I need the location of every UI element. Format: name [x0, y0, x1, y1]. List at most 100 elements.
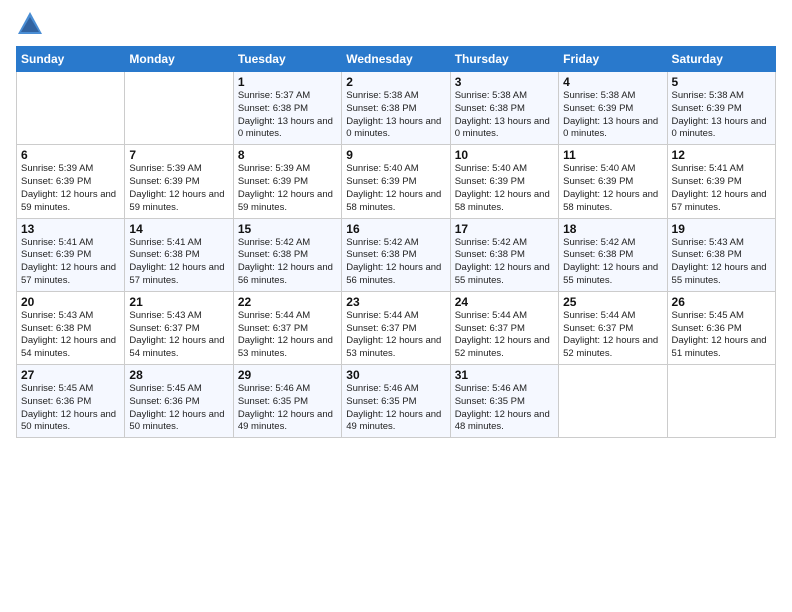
calendar-cell: 2Sunrise: 5:38 AM Sunset: 6:38 PM Daylig…: [342, 72, 450, 145]
day-info: Sunrise: 5:45 AM Sunset: 6:36 PM Dayligh…: [672, 310, 771, 361]
day-number: 16: [346, 222, 445, 236]
day-info: Sunrise: 5:44 AM Sunset: 6:37 PM Dayligh…: [563, 310, 662, 361]
weekday-header: Tuesday: [233, 47, 341, 72]
calendar-cell: 6Sunrise: 5:39 AM Sunset: 6:39 PM Daylig…: [17, 145, 125, 218]
day-number: 28: [129, 368, 228, 382]
calendar-week-row: 13Sunrise: 5:41 AM Sunset: 6:39 PM Dayli…: [17, 218, 776, 291]
day-info: Sunrise: 5:41 AM Sunset: 6:39 PM Dayligh…: [21, 237, 120, 288]
calendar-cell: 14Sunrise: 5:41 AM Sunset: 6:38 PM Dayli…: [125, 218, 233, 291]
calendar-cell: 29Sunrise: 5:46 AM Sunset: 6:35 PM Dayli…: [233, 365, 341, 438]
day-info: Sunrise: 5:44 AM Sunset: 6:37 PM Dayligh…: [455, 310, 554, 361]
day-info: Sunrise: 5:38 AM Sunset: 6:38 PM Dayligh…: [455, 90, 554, 141]
day-number: 25: [563, 295, 662, 309]
day-info: Sunrise: 5:39 AM Sunset: 6:39 PM Dayligh…: [129, 163, 228, 214]
day-number: 9: [346, 148, 445, 162]
day-info: Sunrise: 5:40 AM Sunset: 6:39 PM Dayligh…: [455, 163, 554, 214]
day-number: 6: [21, 148, 120, 162]
day-info: Sunrise: 5:43 AM Sunset: 6:37 PM Dayligh…: [129, 310, 228, 361]
day-number: 11: [563, 148, 662, 162]
day-info: Sunrise: 5:42 AM Sunset: 6:38 PM Dayligh…: [455, 237, 554, 288]
day-info: Sunrise: 5:42 AM Sunset: 6:38 PM Dayligh…: [238, 237, 337, 288]
calendar-cell: 9Sunrise: 5:40 AM Sunset: 6:39 PM Daylig…: [342, 145, 450, 218]
calendar-cell: 3Sunrise: 5:38 AM Sunset: 6:38 PM Daylig…: [450, 72, 558, 145]
day-number: 8: [238, 148, 337, 162]
calendar-cell: 10Sunrise: 5:40 AM Sunset: 6:39 PM Dayli…: [450, 145, 558, 218]
day-number: 5: [672, 75, 771, 89]
calendar-cell: 28Sunrise: 5:45 AM Sunset: 6:36 PM Dayli…: [125, 365, 233, 438]
day-info: Sunrise: 5:44 AM Sunset: 6:37 PM Dayligh…: [238, 310, 337, 361]
calendar-week-row: 27Sunrise: 5:45 AM Sunset: 6:36 PM Dayli…: [17, 365, 776, 438]
day-number: 18: [563, 222, 662, 236]
day-info: Sunrise: 5:42 AM Sunset: 6:38 PM Dayligh…: [346, 237, 445, 288]
day-info: Sunrise: 5:39 AM Sunset: 6:39 PM Dayligh…: [21, 163, 120, 214]
day-number: 27: [21, 368, 120, 382]
day-info: Sunrise: 5:38 AM Sunset: 6:39 PM Dayligh…: [672, 90, 771, 141]
calendar-cell: 4Sunrise: 5:38 AM Sunset: 6:39 PM Daylig…: [559, 72, 667, 145]
day-info: Sunrise: 5:45 AM Sunset: 6:36 PM Dayligh…: [129, 383, 228, 434]
day-number: 31: [455, 368, 554, 382]
calendar-cell: 8Sunrise: 5:39 AM Sunset: 6:39 PM Daylig…: [233, 145, 341, 218]
page: SundayMondayTuesdayWednesdayThursdayFrid…: [0, 0, 792, 612]
day-number: 13: [21, 222, 120, 236]
calendar-header-row: SundayMondayTuesdayWednesdayThursdayFrid…: [17, 47, 776, 72]
day-number: 20: [21, 295, 120, 309]
day-info: Sunrise: 5:46 AM Sunset: 6:35 PM Dayligh…: [238, 383, 337, 434]
day-number: 19: [672, 222, 771, 236]
day-info: Sunrise: 5:38 AM Sunset: 6:38 PM Dayligh…: [346, 90, 445, 141]
day-number: 17: [455, 222, 554, 236]
header: [16, 10, 776, 38]
calendar-cell: 5Sunrise: 5:38 AM Sunset: 6:39 PM Daylig…: [667, 72, 775, 145]
calendar-cell: 20Sunrise: 5:43 AM Sunset: 6:38 PM Dayli…: [17, 291, 125, 364]
day-info: Sunrise: 5:40 AM Sunset: 6:39 PM Dayligh…: [563, 163, 662, 214]
day-number: 2: [346, 75, 445, 89]
day-info: Sunrise: 5:46 AM Sunset: 6:35 PM Dayligh…: [346, 383, 445, 434]
calendar-cell: 12Sunrise: 5:41 AM Sunset: 6:39 PM Dayli…: [667, 145, 775, 218]
calendar-cell: 22Sunrise: 5:44 AM Sunset: 6:37 PM Dayli…: [233, 291, 341, 364]
calendar-cell: 27Sunrise: 5:45 AM Sunset: 6:36 PM Dayli…: [17, 365, 125, 438]
logo-icon: [16, 10, 44, 38]
day-number: 23: [346, 295, 445, 309]
day-info: Sunrise: 5:40 AM Sunset: 6:39 PM Dayligh…: [346, 163, 445, 214]
calendar-cell: 18Sunrise: 5:42 AM Sunset: 6:38 PM Dayli…: [559, 218, 667, 291]
calendar-cell: 26Sunrise: 5:45 AM Sunset: 6:36 PM Dayli…: [667, 291, 775, 364]
day-number: 12: [672, 148, 771, 162]
day-info: Sunrise: 5:42 AM Sunset: 6:38 PM Dayligh…: [563, 237, 662, 288]
calendar-cell: [125, 72, 233, 145]
weekday-header: Saturday: [667, 47, 775, 72]
day-number: 10: [455, 148, 554, 162]
calendar-cell: [667, 365, 775, 438]
calendar-cell: 16Sunrise: 5:42 AM Sunset: 6:38 PM Dayli…: [342, 218, 450, 291]
weekday-header: Wednesday: [342, 47, 450, 72]
calendar-week-row: 6Sunrise: 5:39 AM Sunset: 6:39 PM Daylig…: [17, 145, 776, 218]
weekday-header: Friday: [559, 47, 667, 72]
calendar-cell: 17Sunrise: 5:42 AM Sunset: 6:38 PM Dayli…: [450, 218, 558, 291]
calendar-week-row: 20Sunrise: 5:43 AM Sunset: 6:38 PM Dayli…: [17, 291, 776, 364]
day-number: 15: [238, 222, 337, 236]
weekday-header: Monday: [125, 47, 233, 72]
day-number: 7: [129, 148, 228, 162]
day-number: 21: [129, 295, 228, 309]
day-number: 24: [455, 295, 554, 309]
calendar-cell: 13Sunrise: 5:41 AM Sunset: 6:39 PM Dayli…: [17, 218, 125, 291]
day-number: 4: [563, 75, 662, 89]
calendar-week-row: 1Sunrise: 5:37 AM Sunset: 6:38 PM Daylig…: [17, 72, 776, 145]
day-info: Sunrise: 5:43 AM Sunset: 6:38 PM Dayligh…: [21, 310, 120, 361]
weekday-header: Thursday: [450, 47, 558, 72]
day-info: Sunrise: 5:38 AM Sunset: 6:39 PM Dayligh…: [563, 90, 662, 141]
day-info: Sunrise: 5:41 AM Sunset: 6:38 PM Dayligh…: [129, 237, 228, 288]
calendar-cell: 1Sunrise: 5:37 AM Sunset: 6:38 PM Daylig…: [233, 72, 341, 145]
day-number: 3: [455, 75, 554, 89]
day-info: Sunrise: 5:44 AM Sunset: 6:37 PM Dayligh…: [346, 310, 445, 361]
day-info: Sunrise: 5:46 AM Sunset: 6:35 PM Dayligh…: [455, 383, 554, 434]
day-number: 26: [672, 295, 771, 309]
calendar-cell: 23Sunrise: 5:44 AM Sunset: 6:37 PM Dayli…: [342, 291, 450, 364]
day-info: Sunrise: 5:45 AM Sunset: 6:36 PM Dayligh…: [21, 383, 120, 434]
calendar-cell: 19Sunrise: 5:43 AM Sunset: 6:38 PM Dayli…: [667, 218, 775, 291]
calendar-cell: [559, 365, 667, 438]
weekday-header: Sunday: [17, 47, 125, 72]
calendar-cell: 7Sunrise: 5:39 AM Sunset: 6:39 PM Daylig…: [125, 145, 233, 218]
calendar-cell: 11Sunrise: 5:40 AM Sunset: 6:39 PM Dayli…: [559, 145, 667, 218]
day-number: 30: [346, 368, 445, 382]
day-number: 22: [238, 295, 337, 309]
calendar-table: SundayMondayTuesdayWednesdayThursdayFrid…: [16, 46, 776, 438]
